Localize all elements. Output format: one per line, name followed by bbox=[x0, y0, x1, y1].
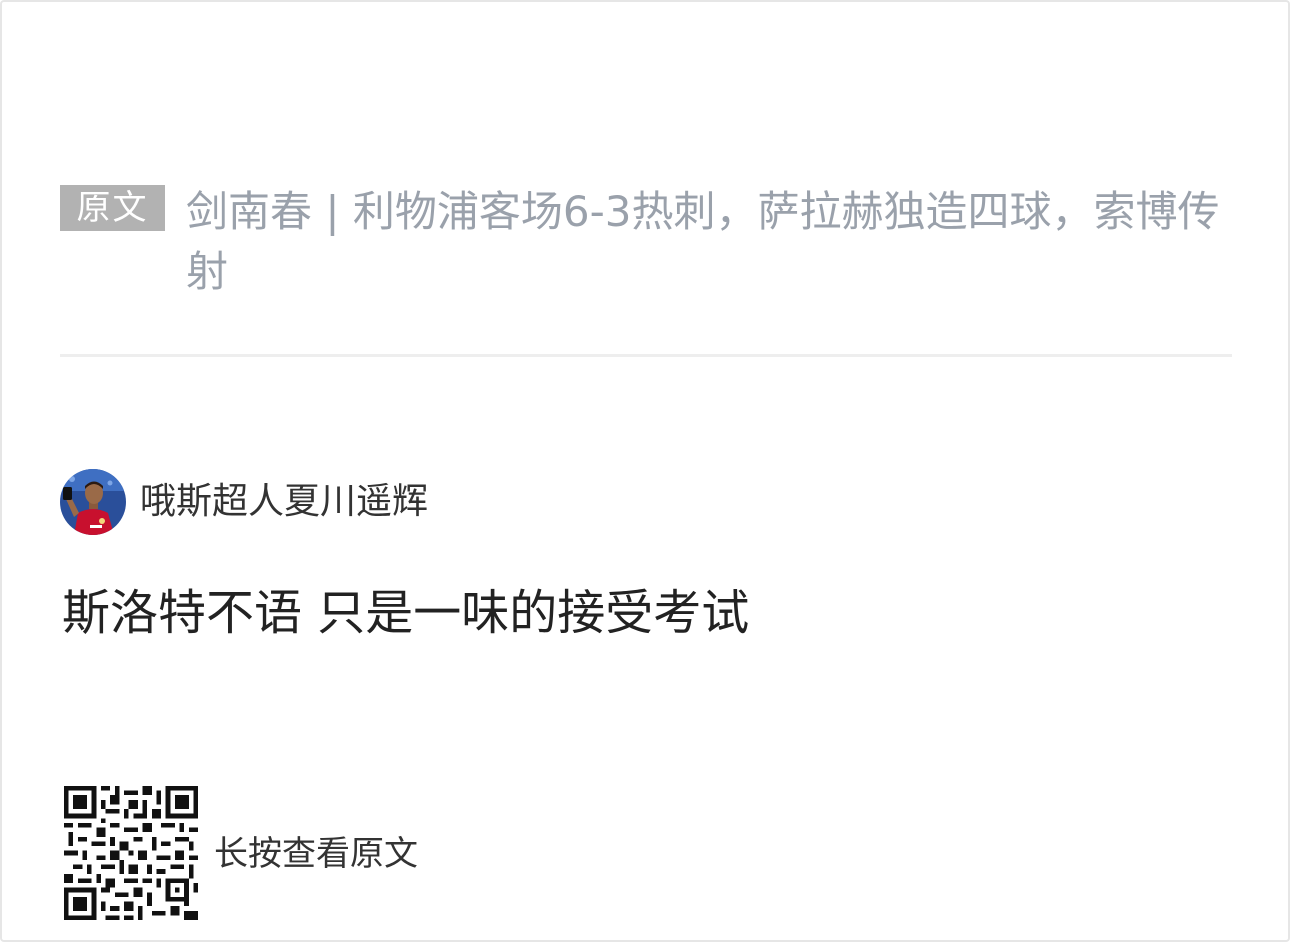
author-name[interactable]: 哦斯超人夏川遥辉 bbox=[140, 477, 428, 527]
qr-code-graphic bbox=[64, 786, 198, 920]
original-tag: 原文 bbox=[60, 185, 165, 231]
share-card: 原文 剑南春 | 利物浦客场6-3热刺，萨拉赫独造四球，索博传射 哦斯超人夏川遥… bbox=[0, 0, 1290, 942]
divider bbox=[60, 354, 1232, 357]
author-row[interactable]: 哦斯超人夏川遥辉 bbox=[60, 468, 428, 536]
qr-hint-label: 长按查看原文 bbox=[214, 834, 418, 874]
comment-text: 斯洛特不语 只是一味的接受考试 bbox=[62, 585, 750, 641]
avatar[interactable] bbox=[60, 469, 126, 535]
avatar-player-icon bbox=[60, 469, 126, 535]
original-article-title[interactable]: 剑南春 | 利物浦客场6-3热刺，萨拉赫独造四球，索博传射 bbox=[186, 182, 1230, 302]
qr-code-icon[interactable] bbox=[64, 786, 198, 920]
